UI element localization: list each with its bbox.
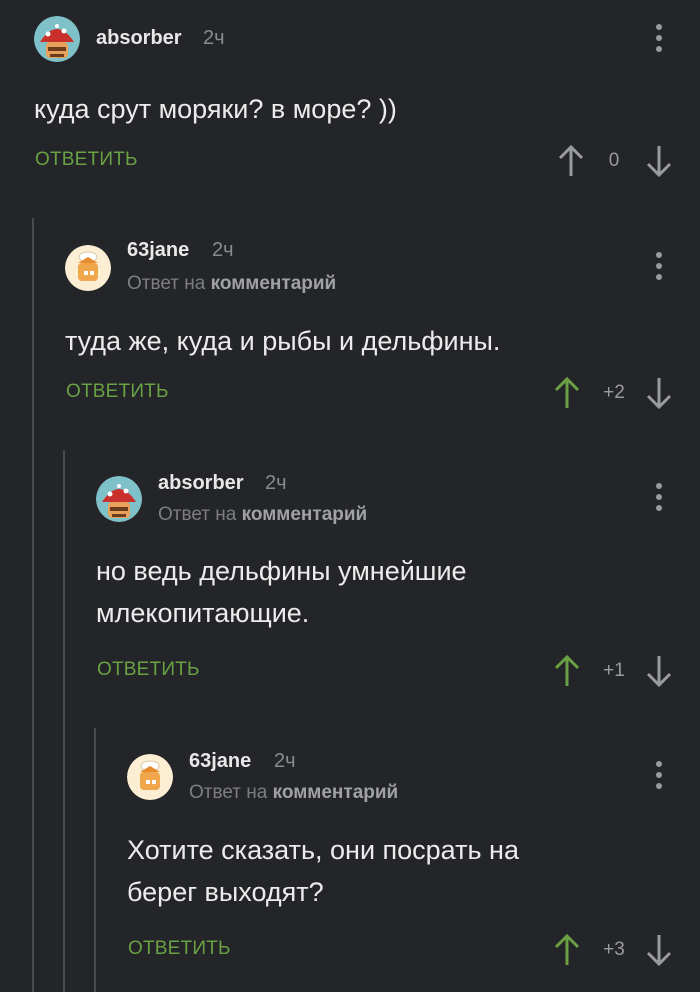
arrow-up-icon[interactable] [552, 654, 582, 688]
comment-text: Хотите сказать, они посрать на берег вых… [127, 835, 519, 907]
arrow-up-icon[interactable] [556, 144, 586, 178]
comment-text: куда срут моряки? в море? )) [34, 94, 397, 124]
avatar-absorber-icon [34, 16, 80, 62]
arrow-down-icon[interactable] [644, 376, 674, 410]
arrow-up-icon[interactable] [552, 376, 582, 410]
arrow-down-icon[interactable] [644, 933, 674, 967]
username[interactable]: absorber [158, 471, 244, 495]
avatar[interactable] [65, 245, 111, 291]
reply-button[interactable]: ОТВЕТИТЬ [97, 658, 200, 682]
timestamp: 2ч [203, 27, 225, 49]
more-vertical-icon[interactable] [655, 761, 663, 789]
score: +2 [603, 382, 625, 403]
score: +1 [603, 660, 625, 681]
more-vertical-icon[interactable] [655, 24, 663, 52]
comment-text: но ведь дельфины умнейшие млекопитающие. [96, 556, 467, 628]
score: +3 [603, 939, 625, 960]
reply-button[interactable]: ОТВЕТИТЬ [128, 937, 231, 961]
avatar-63jane-icon [127, 754, 173, 800]
more-vertical-icon[interactable] [655, 252, 663, 280]
reply-to-link[interactable]: Ответ на комментарий [127, 272, 336, 296]
reply-button[interactable]: ОТВЕТИТЬ [35, 148, 138, 172]
reply-button[interactable]: ОТВЕТИТЬ [66, 380, 169, 404]
reply-to-link[interactable]: Ответ на комментарий [189, 781, 398, 805]
username[interactable]: absorber [96, 26, 182, 50]
timestamp: 2ч [212, 239, 234, 261]
arrow-down-icon[interactable] [644, 144, 674, 178]
more-vertical-icon[interactable] [655, 483, 663, 511]
avatar-absorber-icon [96, 476, 142, 522]
avatar[interactable] [34, 16, 80, 62]
reply-to-link[interactable]: Ответ на комментарий [158, 503, 367, 527]
arrow-down-icon[interactable] [644, 654, 674, 688]
arrow-up-icon[interactable] [552, 933, 582, 967]
timestamp: 2ч [274, 750, 296, 772]
avatar[interactable] [96, 476, 142, 522]
thread-line [94, 728, 96, 992]
thread-line [32, 218, 34, 992]
timestamp: 2ч [265, 472, 287, 494]
thread-line [63, 450, 65, 992]
avatar[interactable] [127, 754, 173, 800]
username[interactable]: 63jane [127, 238, 189, 262]
score: 0 [608, 150, 620, 171]
avatar-63jane-icon [65, 245, 111, 291]
comment-text: туда же, куда и рыбы и дельфины. [65, 326, 501, 356]
username[interactable]: 63jane [189, 749, 251, 773]
